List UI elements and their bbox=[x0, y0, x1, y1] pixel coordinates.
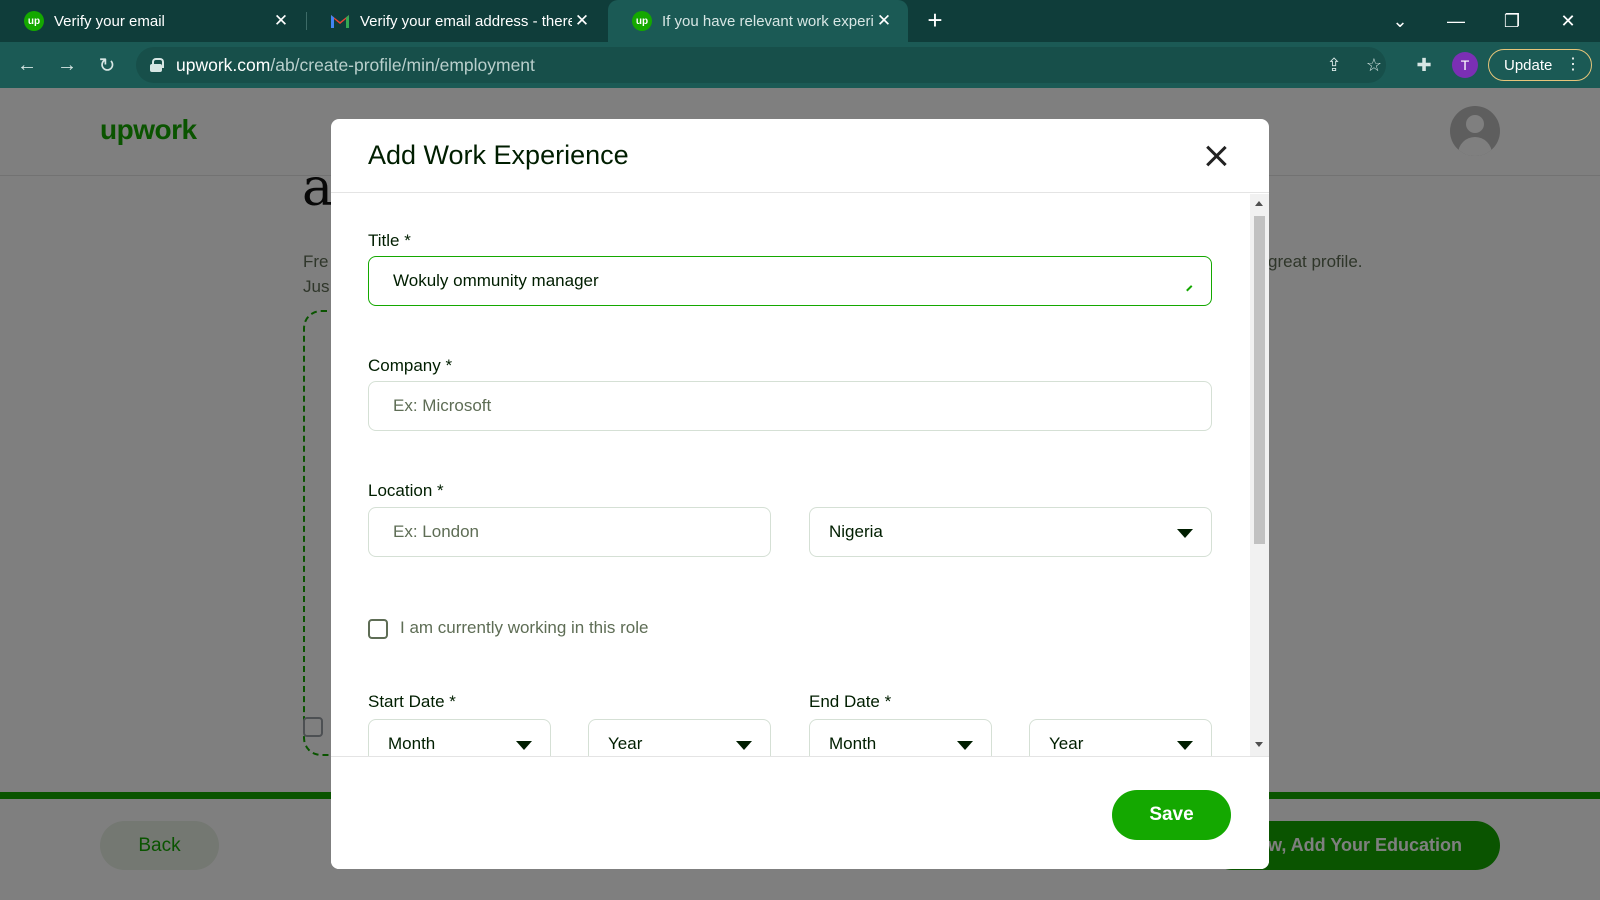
minimize-icon[interactable]: — bbox=[1428, 0, 1484, 42]
upwork-icon: up bbox=[24, 11, 44, 31]
modal-header: Add Work Experience bbox=[331, 119, 1269, 193]
scroll-down-icon[interactable] bbox=[1255, 742, 1263, 747]
close-icon[interactable]: ✕ bbox=[572, 11, 592, 31]
profile-avatar[interactable]: T bbox=[1452, 52, 1478, 78]
caret-down-icon bbox=[1177, 741, 1193, 750]
update-label: Update bbox=[1504, 56, 1553, 74]
url-path: /ab/create-profile/min/employment bbox=[270, 54, 535, 75]
more-icon[interactable]: ⋮ bbox=[1565, 55, 1581, 75]
start-month-value: Month bbox=[388, 734, 436, 753]
scroll-thumb[interactable] bbox=[1254, 216, 1265, 544]
caret-down-icon bbox=[736, 741, 752, 750]
country-select[interactable]: Nigeria bbox=[809, 507, 1212, 557]
add-work-experience-modal: Add Work Experience Title * Wokuly ommun… bbox=[331, 119, 1269, 869]
tab-title: Verify your email address - there bbox=[360, 12, 572, 30]
extensions-icon[interactable]: ✚ bbox=[1410, 51, 1438, 79]
update-button[interactable]: Update ⋮ bbox=[1488, 49, 1592, 81]
caret-down-icon bbox=[1177, 529, 1193, 538]
new-tab-icon[interactable]: + bbox=[920, 6, 950, 36]
tab-verify-email[interactable]: up Verify your email ✕ bbox=[0, 0, 305, 42]
company-placeholder: Ex: Microsoft bbox=[393, 396, 492, 415]
start-date-label: Start Date * bbox=[368, 692, 456, 711]
end-date-label: End Date * bbox=[809, 692, 892, 711]
window-close-icon[interactable]: ✕ bbox=[1540, 0, 1596, 42]
upwork-icon: up bbox=[632, 11, 652, 31]
current-role-label[interactable]: I am currently working in this role bbox=[400, 618, 648, 638]
title-label: Title * bbox=[368, 231, 411, 250]
close-icon[interactable]: ✕ bbox=[874, 11, 894, 31]
address-bar[interactable]: upwork.com/ab/create-profile/min/employm… bbox=[136, 47, 1386, 83]
current-role-checkbox[interactable] bbox=[368, 619, 388, 639]
modal-body: Title * Wokuly ommunity manager Company … bbox=[331, 194, 1269, 756]
city-input[interactable]: Ex: London bbox=[368, 507, 771, 557]
chevron-down-icon[interactable]: ⌄ bbox=[1372, 0, 1428, 42]
url-host: upwork.com bbox=[176, 54, 271, 75]
end-month-value: Month bbox=[829, 734, 877, 753]
end-year-select[interactable]: Year bbox=[1029, 719, 1212, 756]
lock-icon bbox=[150, 58, 164, 72]
city-placeholder: Ex: London bbox=[393, 522, 480, 541]
start-year-value: Year bbox=[608, 734, 643, 753]
star-icon[interactable]: ☆ bbox=[1360, 51, 1388, 79]
start-month-select[interactable]: Month bbox=[368, 719, 551, 756]
scroll-up-icon[interactable] bbox=[1255, 201, 1263, 206]
share-icon[interactable]: ⇪ bbox=[1320, 51, 1348, 79]
end-month-select[interactable]: Month bbox=[809, 719, 992, 756]
country-value: Nigeria bbox=[829, 522, 883, 541]
browser-tab-bar: up Verify your email ✕ Verify your email… bbox=[0, 0, 1600, 42]
forward-arrow-icon[interactable]: → bbox=[51, 49, 83, 81]
resize-handle-icon bbox=[1182, 281, 1193, 292]
company-input[interactable]: Ex: Microsoft bbox=[368, 381, 1212, 431]
tab-work-experience[interactable]: up If you have relevant work experie ✕ bbox=[608, 0, 908, 42]
modal-scrollbar[interactable] bbox=[1250, 194, 1269, 756]
modal-title: Add Work Experience bbox=[368, 140, 629, 170]
close-icon[interactable] bbox=[1201, 141, 1231, 171]
close-icon[interactable]: ✕ bbox=[271, 11, 291, 31]
title-input-value: Wokuly ommunity manager bbox=[393, 271, 599, 290]
location-label: Location * bbox=[368, 481, 444, 500]
reload-icon[interactable]: ↻ bbox=[91, 49, 123, 81]
company-label: Company * bbox=[368, 356, 453, 375]
tab-title: If you have relevant work experie bbox=[662, 12, 874, 30]
end-year-value: Year bbox=[1049, 734, 1084, 753]
tab-gmail-verify[interactable]: Verify your email address - there ✕ bbox=[306, 0, 606, 42]
back-arrow-icon[interactable]: ← bbox=[11, 49, 43, 81]
title-input[interactable]: Wokuly ommunity manager bbox=[368, 256, 1212, 306]
gmail-icon bbox=[331, 15, 349, 28]
caret-down-icon bbox=[957, 741, 973, 750]
start-year-select[interactable]: Year bbox=[588, 719, 771, 756]
tab-title: Verify your email bbox=[54, 12, 165, 30]
modal-footer: Save bbox=[331, 756, 1269, 869]
browser-toolbar: ← → ↻ upwork.com/ab/create-profile/min/e… bbox=[0, 42, 1600, 88]
restore-icon[interactable]: ❐ bbox=[1484, 0, 1540, 42]
save-button[interactable]: Save bbox=[1112, 790, 1231, 840]
caret-down-icon bbox=[516, 741, 532, 750]
